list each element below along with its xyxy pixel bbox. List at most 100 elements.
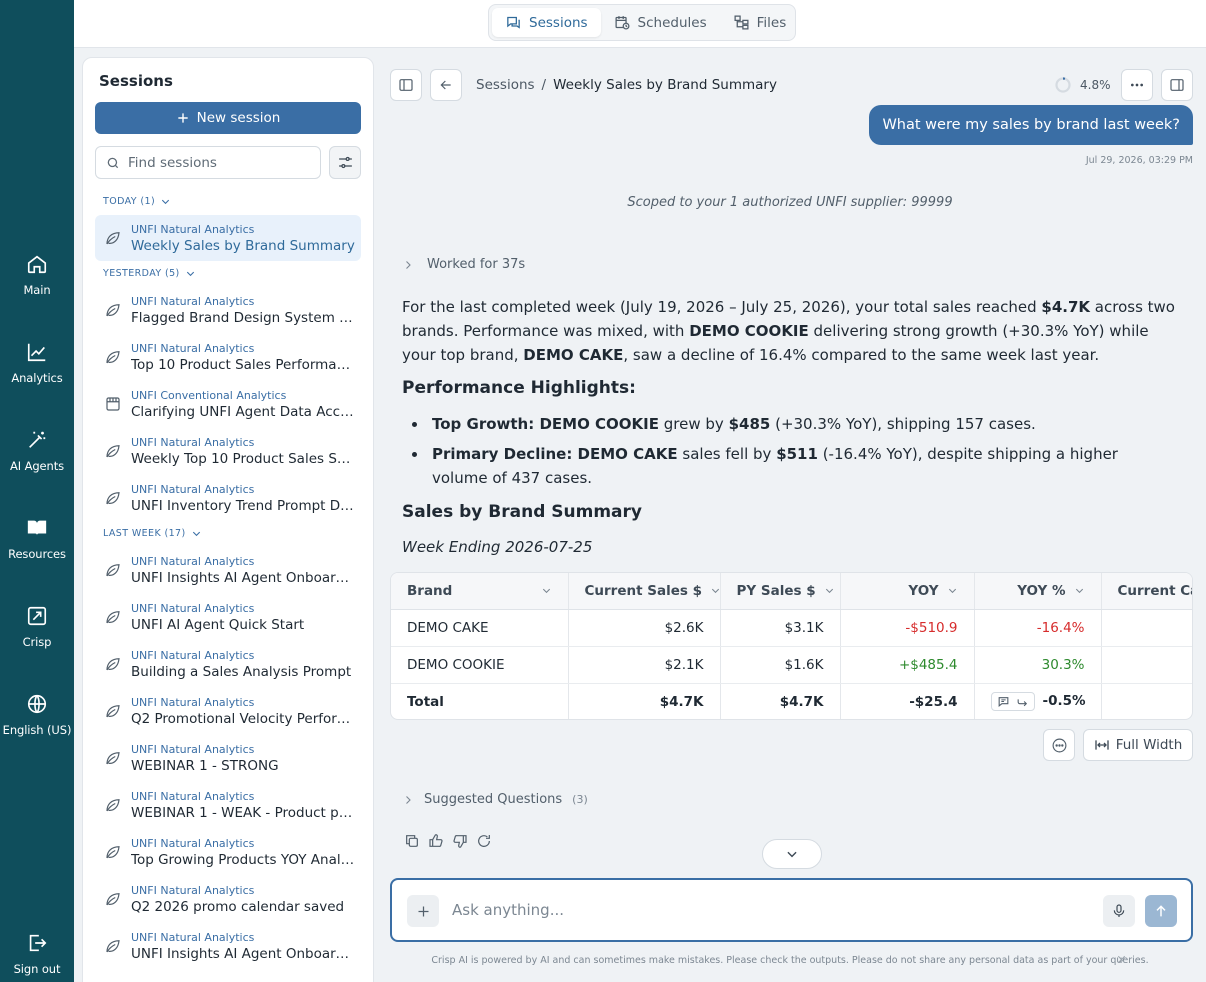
- nav-crisp[interactable]: Crisp: [0, 605, 74, 649]
- intro-text-1: For the last completed week (July 19, 20…: [402, 298, 1042, 316]
- worked-toggle[interactable]: Worked for 37s: [402, 257, 525, 272]
- session-icon: [95, 796, 131, 814]
- column-header-current-sales[interactable]: Current Sales $: [568, 573, 721, 610]
- nav-language[interactable]: English (US): [0, 693, 74, 737]
- highlight-text: (+30.3% YoY), shipping 157 cases.: [770, 415, 1036, 433]
- breadcrumb-current: Weekly Sales by Brand Summary: [553, 77, 777, 93]
- session-icon: [95, 843, 131, 861]
- session-group-header[interactable]: YESTERDAY (5): [103, 268, 196, 279]
- scroll-to-bottom-button[interactable]: [762, 839, 822, 869]
- session-title: WEBINAR 1 - WEAK - Product pe...: [131, 804, 357, 821]
- highlights-heading: Performance Highlights:: [402, 378, 636, 398]
- session-icon: [95, 749, 131, 767]
- tab-sessions-label: Sessions: [529, 14, 588, 31]
- full-width-button[interactable]: Full Width: [1083, 729, 1193, 761]
- column-header-yoy[interactable]: YOY: [840, 573, 975, 610]
- filter-button[interactable]: [329, 146, 361, 179]
- chevron-down-icon: [186, 271, 194, 277]
- session-item[interactable]: UNFI Natural Analytics Q2 2026 promo cale…: [95, 876, 361, 922]
- sessions-panel: Sessions New session Find sessions TODAY…: [82, 57, 374, 982]
- session-category: UNFI Natural Analytics: [131, 930, 255, 944]
- session-item[interactable]: UNFI Natural Analytics Weekly Sales by Br…: [95, 215, 361, 261]
- highlight-amount: $511: [776, 445, 818, 463]
- message-timestamp: Jul 29, 2026, 03:29 PM: [1085, 155, 1193, 166]
- send-button[interactable]: [1145, 895, 1177, 927]
- sessions-title: Sessions: [99, 72, 173, 90]
- session-item[interactable]: UNFI Natural Analytics WEBINAR 1 - STRONG: [95, 735, 361, 781]
- leaf-icon: [106, 893, 120, 906]
- leaf-icon: [106, 846, 120, 859]
- session-item[interactable]: UNFI Natural Analytics WEBINAR 1 - WEAK -…: [95, 782, 361, 828]
- tab-schedules[interactable]: Schedules: [601, 8, 720, 37]
- cell-yoy-percent: -0.5%: [974, 683, 1102, 719]
- thumbs-up-button[interactable]: [428, 833, 444, 849]
- leaf-icon: [106, 232, 120, 245]
- session-item[interactable]: UNFI Natural Analytics UNFI Inventory Tre…: [95, 475, 361, 521]
- close-icon: [1117, 955, 1126, 964]
- session-category: UNFI Natural Analytics: [131, 482, 255, 496]
- session-category: UNFI Natural Analytics: [131, 222, 255, 236]
- nav-main[interactable]: Main: [0, 253, 74, 297]
- message-actions: [404, 833, 492, 849]
- leaf-icon: [106, 940, 120, 953]
- session-item[interactable]: UNFI Natural Analytics Weekly Top 10 Prod…: [95, 428, 361, 474]
- nav-ai-agents[interactable]: AI Agents: [0, 429, 74, 473]
- session-item[interactable]: UNFI Conventional Analytics Clarifying UN…: [95, 381, 361, 427]
- nav-resources[interactable]: Resources: [0, 517, 74, 561]
- attach-button[interactable]: [407, 895, 439, 927]
- session-item[interactable]: UNFI Natural Analytics UNFI AI Agent Quic…: [95, 594, 361, 640]
- column-header-brand[interactable]: Brand: [391, 573, 569, 610]
- plus-icon: [177, 113, 188, 123]
- session-title: Clarifying UNFI Agent Data Access: [131, 403, 357, 420]
- voice-input-button[interactable]: [1103, 895, 1135, 927]
- session-search-input[interactable]: Find sessions: [95, 146, 321, 179]
- session-text: UNFI Natural Analytics Flagged Brand Desi…: [131, 295, 357, 326]
- tab-files-label: Files: [756, 14, 787, 31]
- suggested-questions-toggle[interactable]: Suggested Questions (3): [402, 792, 588, 807]
- leaf-icon: [106, 799, 120, 812]
- highlight-item: Primary Decline: DEMO CAKE sales fell by…: [410, 442, 1170, 490]
- nav-analytics[interactable]: Analytics: [0, 341, 74, 385]
- copy-button[interactable]: [404, 833, 420, 849]
- column-header-yoy-percent[interactable]: YOY %: [974, 573, 1102, 610]
- chevron-down-icon: [1075, 588, 1083, 594]
- session-item[interactable]: UNFI Natural Analytics Building a Sales A…: [95, 641, 361, 687]
- session-item[interactable]: UNFI Natural Analytics UNFI Insights AI A…: [95, 547, 361, 593]
- cell-yoy-percent: -16.4%: [974, 609, 1102, 647]
- cell-current-cases: [1101, 646, 1192, 684]
- intro-brand-2: DEMO CAKE: [523, 346, 624, 364]
- table-row: DEMO CAKE $2.6K $3.1K -$510.9 -16.4%: [391, 609, 1192, 647]
- session-title: Q2 Promotional Velocity Perform...: [131, 710, 357, 727]
- tab-schedules-label: Schedules: [637, 14, 707, 31]
- message-composer[interactable]: Ask anything...: [390, 878, 1193, 942]
- session-item[interactable]: UNFI Natural Analytics Top Growing Produc…: [95, 829, 361, 875]
- highlight-item: Top Growth: DEMO COOKIE grew by $485 (+3…: [410, 412, 1170, 436]
- nav-sign-out[interactable]: Sign out: [0, 932, 74, 976]
- session-group-header[interactable]: TODAY (1): [103, 196, 171, 207]
- thumbs-down-button[interactable]: [452, 833, 468, 849]
- more-options-button[interactable]: [1121, 69, 1153, 101]
- session-item[interactable]: UNFI Natural Analytics Flagged Brand Desi…: [95, 287, 361, 333]
- copy-icon: [406, 835, 418, 847]
- comment-button[interactable]: [1043, 729, 1075, 761]
- session-item[interactable]: UNFI Natural Analytics Top 10 Product Sal…: [95, 334, 361, 380]
- tab-sessions[interactable]: Sessions: [492, 8, 601, 37]
- back-button[interactable]: [430, 69, 462, 101]
- cell-action-chips[interactable]: [990, 691, 1035, 711]
- new-session-button[interactable]: New session: [95, 102, 361, 134]
- column-header-py-sales[interactable]: PY Sales $: [720, 573, 841, 610]
- microphone-icon: [1113, 904, 1125, 917]
- regenerate-button[interactable]: [476, 833, 492, 849]
- toggle-right-panel-button[interactable]: [1161, 69, 1193, 101]
- session-item[interactable]: UNFI Natural Analytics UNFI Insights AI A…: [95, 923, 361, 969]
- toggle-sidebar-button[interactable]: [390, 69, 422, 101]
- breadcrumb-root[interactable]: Sessions: [476, 77, 535, 93]
- composer-placeholder: Ask anything...: [452, 901, 564, 919]
- session-title: Weekly Sales by Brand Summary: [131, 237, 355, 254]
- session-group-header[interactable]: LAST WEEK (17): [103, 528, 202, 539]
- session-item[interactable]: UNFI Natural Analytics Q2 Promotional Vel…: [95, 688, 361, 734]
- session-icon: [95, 655, 131, 673]
- dismiss-disclaimer-button[interactable]: [1116, 954, 1127, 965]
- column-header-current-cases[interactable]: Current Cases: [1101, 573, 1192, 610]
- tab-files[interactable]: Files: [720, 8, 800, 37]
